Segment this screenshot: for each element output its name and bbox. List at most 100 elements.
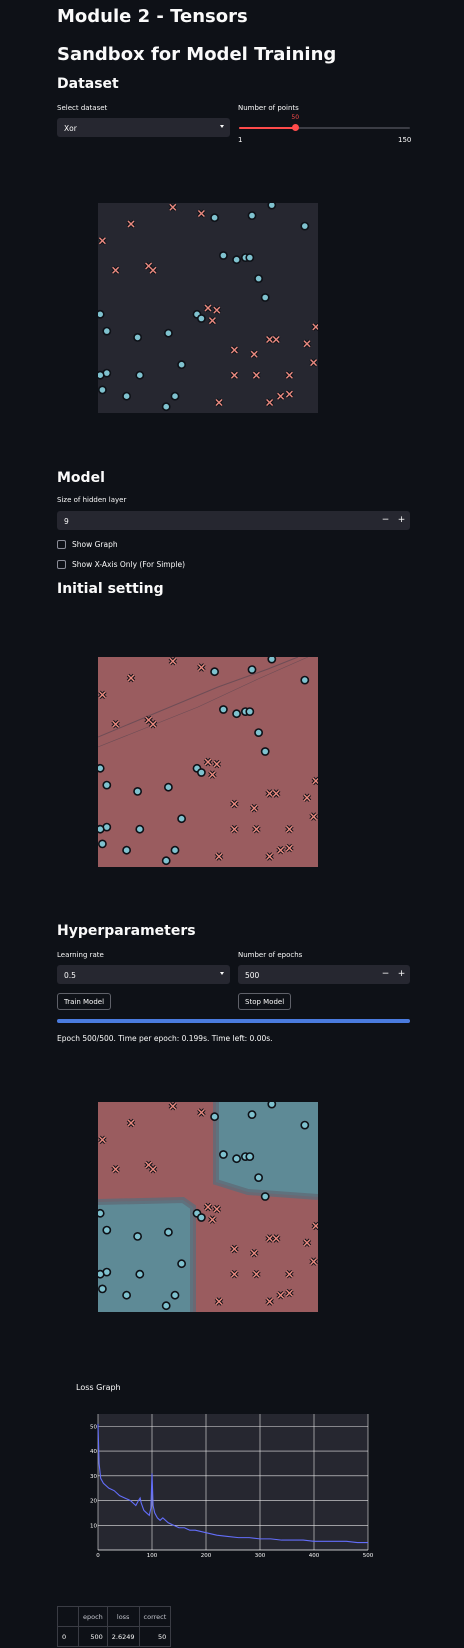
cross-point [265, 398, 274, 407]
hidden-layer-input[interactable]: 9 − + [57, 511, 410, 530]
cross-point [285, 389, 294, 399]
circle-point [122, 845, 131, 855]
table-header: correct [138, 1606, 172, 1627]
cross-point [265, 1297, 274, 1306]
learning-rate-select[interactable]: 0.5 [57, 965, 230, 984]
slider-min-label: 1 [238, 136, 243, 144]
circle-point [267, 1102, 277, 1109]
table-cell: 2.6249 [106, 1626, 140, 1647]
cross-point [214, 852, 224, 861]
circle-point [102, 326, 112, 336]
circle-point [267, 203, 277, 210]
circle-point [245, 1152, 255, 1161]
x-tick-label: 0 [96, 1553, 100, 1559]
cross-point [230, 370, 239, 380]
circle-point [98, 1284, 107, 1294]
circle-point [135, 1269, 145, 1279]
cross-point [230, 345, 239, 355]
circle-point [254, 728, 263, 737]
circle-point [98, 385, 107, 395]
training-status: Epoch 500/500. Time per epoch: 0.199s. T… [57, 1034, 273, 1043]
slider-thumb[interactable] [291, 124, 299, 131]
cross-point [309, 812, 318, 821]
circle-point [164, 328, 173, 338]
cross-point [230, 1244, 239, 1254]
region-blue-top-right [216, 1102, 318, 1197]
circle-point [177, 814, 186, 824]
circle-point [247, 1110, 257, 1119]
increment-button[interactable]: + [394, 965, 409, 984]
cross-point [311, 1221, 318, 1231]
circle-point [98, 309, 105, 319]
circle-point [98, 763, 105, 773]
cross-point [197, 209, 206, 218]
circle-point [232, 1154, 241, 1164]
circle-point [245, 253, 255, 262]
circle-point [177, 360, 186, 370]
points-slider[interactable]: 50 [239, 114, 410, 131]
circle-point [98, 370, 105, 380]
cross-point [309, 358, 318, 367]
increment-button[interactable]: + [394, 511, 409, 530]
table-header [57, 1606, 79, 1627]
cross-point [311, 322, 318, 332]
circle-point [170, 391, 180, 401]
dataset-select-value: Xor [64, 124, 77, 133]
circle-point [197, 314, 206, 323]
cross-point [265, 335, 274, 344]
cross-point [208, 316, 217, 325]
cross-point [249, 803, 259, 813]
model-heading: Model [57, 470, 105, 486]
cross-point [309, 1257, 318, 1266]
circle-point [260, 1192, 270, 1201]
table-header: epoch [78, 1606, 108, 1627]
dataset-scatter-plot [98, 203, 318, 413]
cross-point [212, 305, 222, 315]
circle-point [245, 707, 255, 716]
train-model-button[interactable]: Train Model [57, 993, 112, 1010]
cross-point [111, 265, 120, 275]
dataset-heading: Dataset [57, 76, 119, 92]
cross-point [208, 770, 217, 779]
number-of-points-label: Number of points [238, 104, 299, 112]
circle-point [254, 274, 263, 283]
stop-model-button[interactable]: Stop Model [238, 993, 292, 1010]
circle-point [210, 667, 219, 677]
table-cell: 50 [138, 1626, 172, 1647]
circle-point [161, 1301, 171, 1311]
circle-point [267, 657, 277, 664]
training-progress-bar [57, 1019, 410, 1023]
y-tick-label: 20 [90, 1499, 97, 1505]
cross-point [203, 1202, 213, 1212]
checkbox-box[interactable] [57, 560, 66, 569]
decrement-button[interactable]: − [378, 511, 393, 530]
cross-point [111, 1164, 120, 1174]
cross-point [265, 852, 274, 861]
show-xaxis-checkbox[interactable]: Show X-Axis Only (For Simple) [57, 560, 185, 569]
learning-rate-label: Learning rate [57, 951, 104, 959]
circle-point [219, 705, 228, 714]
cross-point [168, 657, 178, 666]
cross-point [98, 236, 107, 246]
dataset-select[interactable]: Xor [57, 118, 230, 137]
cross-point [212, 1204, 222, 1214]
show-xaxis-label: Show X-Axis Only (For Simple) [72, 560, 185, 569]
cross-point [230, 1269, 239, 1279]
circle-point [219, 1150, 228, 1159]
circle-point [300, 1120, 310, 1130]
circle-point [254, 1173, 263, 1182]
cross-point [285, 1288, 294, 1298]
cross-point [214, 1297, 224, 1306]
cross-point [208, 1215, 217, 1224]
circle-point [122, 1290, 131, 1300]
decrement-button[interactable]: − [378, 965, 393, 984]
epochs-input[interactable]: 500 − + [238, 965, 410, 984]
epochs-label: Number of epochs [238, 951, 303, 959]
cross-point [111, 719, 120, 729]
show-graph-checkbox[interactable]: Show Graph [57, 540, 118, 549]
circle-point [102, 1225, 112, 1235]
checkbox-box[interactable] [57, 540, 66, 549]
circle-point [210, 213, 219, 223]
circle-point [98, 824, 105, 834]
cross-point [285, 1269, 294, 1279]
